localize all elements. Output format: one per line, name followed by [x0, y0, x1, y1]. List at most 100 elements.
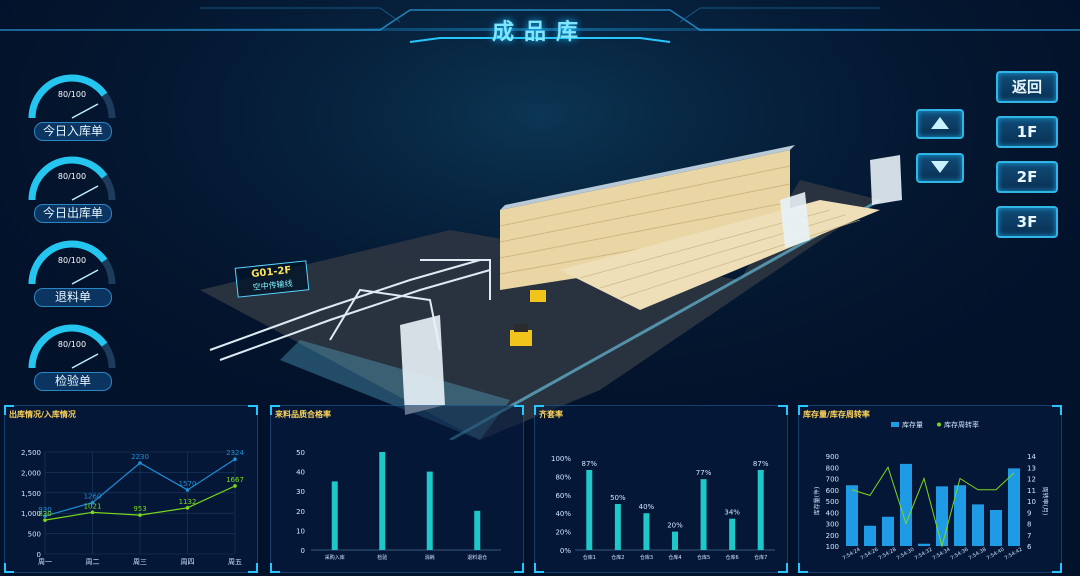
bar — [700, 479, 707, 550]
scroll-up-button[interactable] — [916, 109, 964, 139]
data-label: 1260 — [84, 493, 102, 501]
data-label: 830 — [38, 510, 51, 518]
y-tick-label: 700 — [826, 476, 839, 484]
y-axis-label: 库存量(件) — [813, 487, 821, 516]
gauge-return: 80/100 退料单 — [22, 236, 122, 316]
data-label: 87% — [582, 460, 598, 468]
x-tick-label: 检验 — [377, 554, 387, 561]
panel-corner — [514, 563, 524, 573]
panel-corner — [534, 563, 544, 573]
panel-corner — [778, 405, 788, 415]
panel-corner — [534, 405, 544, 415]
data-point — [138, 461, 142, 465]
panel-corner — [798, 405, 808, 415]
y-tick-label: 1,500 — [21, 490, 41, 498]
gauge-label: 今日出库单 — [34, 204, 112, 223]
legend-swatch-line — [937, 422, 941, 427]
gauge-inspection: 80/100 检验单 — [22, 320, 122, 400]
y-tick-label: 100 — [826, 543, 839, 551]
data-point — [43, 518, 47, 522]
panel-inventory: 库存量/库存周转率 库存量 库存周转率 100 200 300 400 500 600 700 8… — [798, 405, 1062, 573]
x-tick-label: 仓库3 — [640, 554, 653, 561]
panel-corner — [4, 405, 14, 415]
panel-corner — [1052, 563, 1062, 573]
y-tick-label: 600 — [826, 487, 839, 495]
panel-corner — [798, 563, 808, 573]
x-tick-label: 退料退仓 — [467, 554, 487, 561]
bar — [474, 510, 481, 550]
floor-1f-button[interactable]: 1F — [996, 116, 1058, 148]
legend-label: 库存量 — [902, 420, 923, 429]
y-tick-label: 300 — [826, 521, 839, 529]
gauge-label: 退料单 — [34, 288, 112, 307]
panel-quality: 来料品质合格率 0 10 20 30 40 50 采购入库 检验 消耗 退料退仓 — [270, 405, 524, 573]
panel-corner — [778, 563, 788, 573]
x-tick-label: 仓库1 — [583, 554, 596, 561]
triangle-up-icon — [931, 117, 949, 129]
bar — [900, 463, 912, 546]
data-label: 40% — [639, 503, 655, 511]
inout-line-chart: 05001,0001,5002,0002,500周一 周二 周三 周四 周五930126… — [21, 449, 244, 566]
gauge-value: 80/100 — [57, 256, 87, 265]
bar — [846, 485, 858, 546]
quality-bar-chart: 0 10 20 30 40 50 采购入库 检验 消耗 退料退仓 — [296, 449, 501, 561]
y-tick-label: 900 — [826, 453, 839, 461]
y-tick-label: 20% — [555, 529, 571, 537]
y-tick-label: 0% — [560, 547, 571, 555]
x-tick-label: 7:54:42 — [1004, 547, 1024, 562]
y2-tick-label: 11 — [1027, 487, 1036, 495]
legend-label: 库存周转率 — [944, 420, 979, 429]
data-label: 2324 — [226, 449, 244, 457]
x-tick-label: 7:54:24 — [842, 547, 862, 562]
y-tick-label: 80% — [555, 473, 571, 481]
y-tick-label: 60% — [555, 492, 571, 500]
gauge-inbound-today: 80/100 今日入库单 — [22, 70, 122, 150]
bar — [614, 504, 621, 550]
panel-corner — [514, 405, 524, 415]
y-tick-label: 400 — [826, 509, 839, 517]
x-tick-label: 仓库2 — [611, 554, 624, 561]
back-button[interactable]: 返回 — [996, 71, 1058, 103]
scroll-down-button[interactable] — [916, 153, 964, 183]
bar — [757, 469, 764, 550]
bar — [1008, 468, 1020, 546]
data-point — [233, 457, 237, 461]
x-tick-label: 7:54:38 — [968, 547, 988, 562]
floor-3f-button[interactable]: 3F — [996, 206, 1058, 238]
y2-tick-label: 6 — [1027, 543, 1032, 551]
bar — [379, 452, 386, 550]
panel-inout: 出库情况/入库情况 0 500 1,000 1,500 2,000 2,500 周一 周二 周三… — [4, 405, 258, 573]
gauge-outbound-today: 80/100 今日出库单 — [22, 152, 122, 232]
data-point — [185, 488, 190, 492]
y-tick-label: 10 — [296, 527, 305, 535]
panel-kitting: 齐套率 0% 20% 40% 60% 80% 100% 87% 仓库1 50% 仓库2 40% 仓库3… — [534, 405, 788, 573]
y-tick-label: 500 — [826, 498, 839, 506]
gauge-value: 80/100 — [57, 90, 87, 99]
x-tick-label: 周四 — [181, 558, 195, 566]
y2-tick-label: 8 — [1027, 521, 1031, 529]
data-label: 34% — [724, 509, 740, 517]
gauge-value: 80/100 — [57, 172, 87, 181]
x-tick-label: 7:54:36 — [950, 547, 970, 562]
panel-corner — [4, 563, 14, 573]
panel-corner — [248, 405, 258, 415]
triangle-down-icon — [931, 161, 949, 173]
panel-corner — [270, 563, 280, 573]
bar — [729, 518, 736, 550]
data-label: 77% — [696, 469, 712, 477]
panel-corner — [1052, 405, 1062, 415]
x-tick-label: 7:54:26 — [860, 547, 880, 562]
x-tick-label: 周三 — [133, 558, 147, 566]
bar — [936, 486, 948, 546]
x-tick-label: 周二 — [86, 558, 100, 566]
data-label: 1132 — [179, 498, 197, 506]
floor-2f-button[interactable]: 2F — [996, 161, 1058, 193]
inventory-combo-chart: 库存量 库存周转率 100 200 300 400 500 600 700 800 900 6 7 8 9 1… — [813, 420, 1049, 562]
bar — [918, 543, 930, 546]
x-tick-label: 采购入库 — [325, 554, 345, 561]
y-tick-label: 30 — [296, 488, 305, 496]
x-tick-label: 仓库6 — [726, 554, 739, 561]
bar — [586, 469, 593, 550]
bar — [990, 510, 1002, 546]
y-tick-label: 200 — [826, 532, 839, 540]
